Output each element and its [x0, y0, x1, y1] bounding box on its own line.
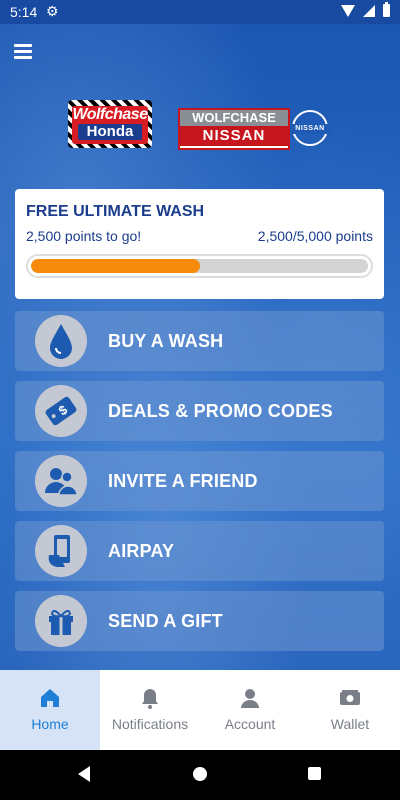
wifi-icon — [341, 4, 355, 17]
battery-icon — [383, 2, 390, 17]
tile-label: DEALS & PROMO CODES — [108, 401, 333, 421]
nissan-logo-line1: WOLFCHASE — [180, 110, 288, 126]
rewards-progress-bar — [26, 254, 373, 278]
status-bar: 5:14 ⚙ — [0, 0, 400, 24]
wallet-icon — [340, 690, 360, 705]
nissan-brand-mark: NISSAN — [290, 110, 330, 146]
airpay-button[interactable]: AIRPAY — [15, 521, 384, 581]
tile-label: SEND A GIFT — [108, 611, 223, 631]
back-icon[interactable] — [78, 766, 90, 782]
nav-account[interactable]: Account — [200, 670, 300, 750]
signal-icon — [363, 4, 375, 17]
honda-logo-line1: Wolfchase — [72, 106, 148, 123]
points-to-go: 2,500 points to go! — [26, 228, 142, 244]
nav-home[interactable]: Home — [0, 670, 100, 750]
status-time: 5:14 — [10, 4, 38, 20]
nav-account-label: Account — [224, 716, 276, 732]
invite-a-friend-button[interactable]: INVITE A FRIEND — [15, 451, 384, 511]
rewards-title: FREE ULTIMATE WASH — [26, 203, 205, 220]
hamburger-menu-icon[interactable] — [14, 44, 32, 59]
invite-people-icon — [35, 455, 87, 507]
tile-label: BUY A WASH — [108, 331, 224, 351]
home-circle-icon[interactable] — [193, 767, 207, 781]
bottom-nav: Home Notifications Account Wallet — [0, 670, 400, 750]
deals-promo-codes-button[interactable]: $ DEALS & PROMO CODES — [15, 381, 384, 441]
person-icon — [241, 689, 259, 708]
wolfchase-honda-logo: Wolfchase Honda — [68, 100, 152, 148]
buy-a-wash-button[interactable]: BUY A WASH — [15, 311, 384, 371]
home-icon — [41, 689, 59, 707]
nav-notifications[interactable]: Notifications — [100, 670, 200, 750]
points-progress: 2,500/5,000 points — [257, 228, 373, 244]
settings-gear-icon: ⚙ — [46, 3, 59, 19]
send-a-gift-button[interactable]: SEND A GIFT — [15, 591, 384, 651]
recent-apps-icon[interactable] — [308, 767, 321, 780]
honda-logo-line2: Honda — [78, 124, 142, 140]
rewards-progress-fill — [31, 259, 200, 273]
nav-wallet-label: Wallet — [330, 716, 370, 732]
tile-label: INVITE A FRIEND — [108, 471, 258, 491]
phone-pay-icon — [35, 525, 87, 577]
nav-home-label: Home — [31, 716, 69, 732]
android-navigation-bar — [0, 750, 400, 800]
wolfchase-nissan-logo: WOLFCHASE NISSAN — [178, 108, 290, 150]
status-icons — [341, 2, 390, 17]
tile-label: AIRPAY — [108, 541, 175, 561]
bell-icon — [142, 689, 158, 709]
nav-wallet[interactable]: Wallet — [300, 670, 400, 750]
water-drop-icon — [35, 315, 87, 367]
gift-icon — [35, 595, 87, 647]
coupon-tag-icon: $ — [35, 385, 87, 437]
rewards-card: FREE ULTIMATE WASH 2,500 points to go! 2… — [15, 189, 384, 299]
nissan-mark-text: NISSAN — [290, 124, 330, 134]
nav-notifications-label: Notifications — [111, 716, 189, 732]
nissan-logo-line2: NISSAN — [180, 126, 288, 146]
